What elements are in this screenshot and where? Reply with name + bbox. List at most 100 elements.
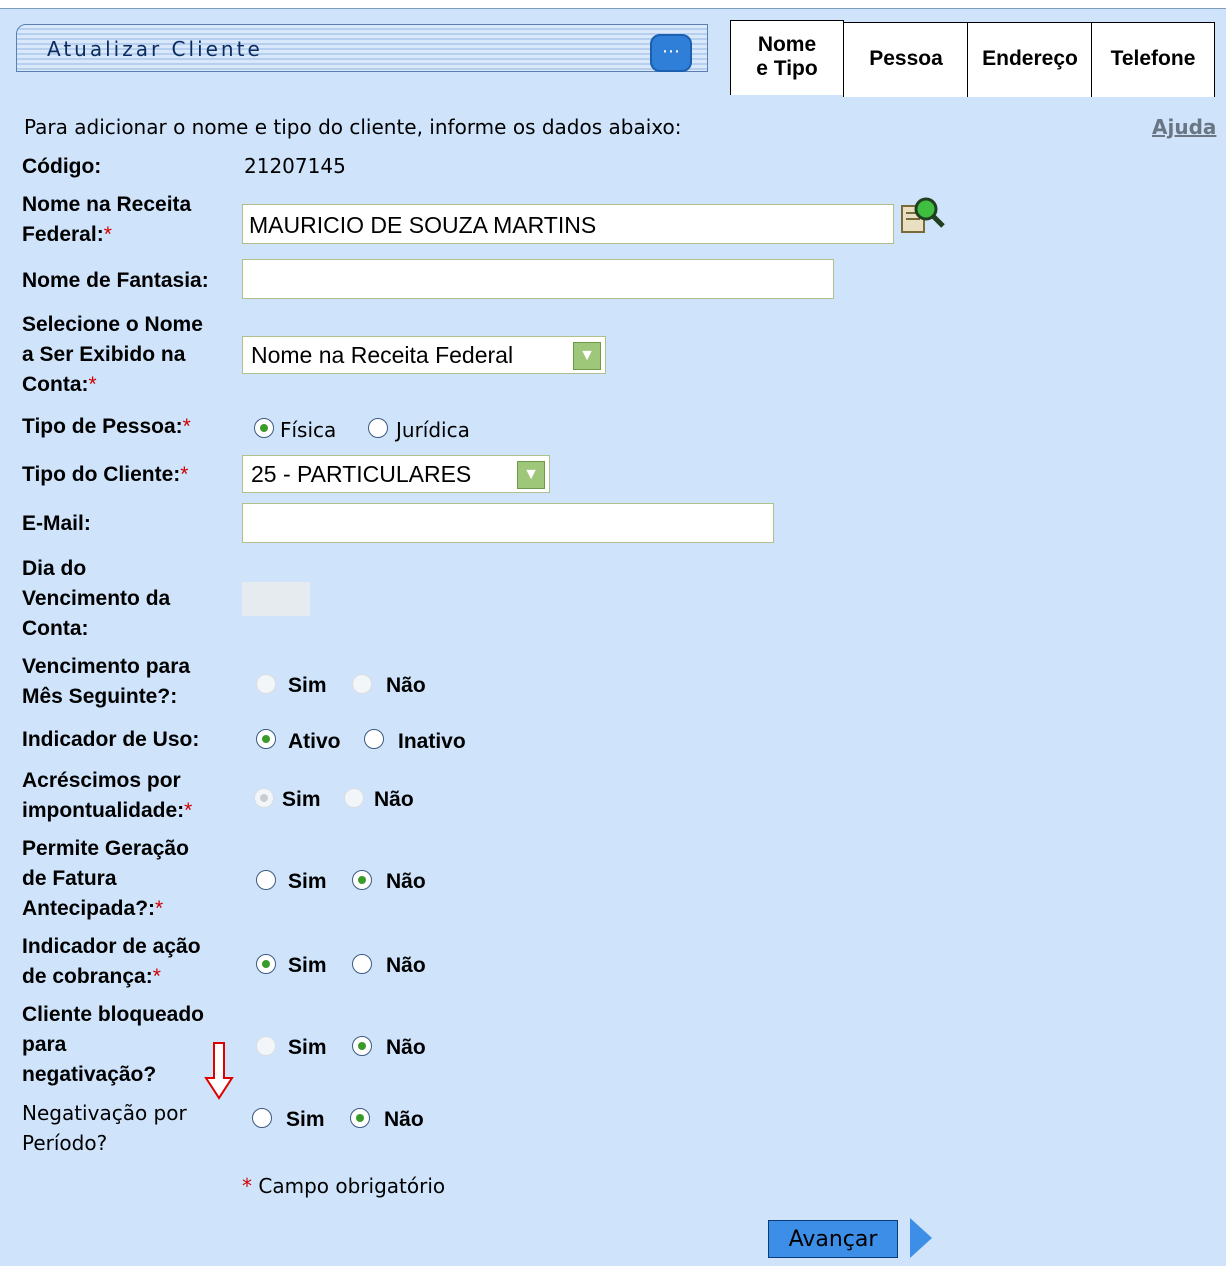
label-line: de Fatura	[22, 867, 117, 890]
required-note-text: Campo obrigatório	[258, 1174, 446, 1198]
label-line: impontualidade:	[22, 799, 185, 822]
label-line: Mês Seguinte?:	[22, 685, 178, 708]
venc-mes-seguinte-label: Vencimento para Mês Seguinte?:	[22, 652, 190, 712]
tab-label: Nome	[757, 33, 817, 56]
nome-fantasia-input[interactable]	[242, 259, 834, 299]
label-line: Dia do	[22, 557, 87, 580]
label-line: Conta:	[22, 617, 89, 640]
label-line: Tipo de Pessoa:	[22, 415, 183, 438]
nome-receita-label: Nome na Receita Federal:*	[22, 190, 191, 250]
bloqueado-label: Cliente bloqueado para negativação?	[22, 1000, 204, 1090]
tab-label: Telefone	[1110, 47, 1196, 70]
chevron-down-icon[interactable]: ▼	[573, 342, 601, 370]
annotation-arrow-icon	[204, 1042, 234, 1104]
label-line: Vencimento para	[22, 655, 191, 678]
codigo-value: 21207145	[244, 154, 346, 178]
required-marker: *	[152, 965, 161, 988]
required-marker: *	[184, 799, 193, 822]
radio-label-sim: Sim	[286, 1108, 325, 1131]
tab-nome-e-tipo[interactable]: Nome e Tipo	[730, 20, 844, 95]
nome-exibido-label: Selecione o Nome a Ser Exibido na Conta:…	[22, 310, 203, 400]
radio-cobranca-nao[interactable]	[352, 954, 372, 974]
radio-label-nao: Não	[386, 954, 426, 977]
radio-ativo[interactable]	[256, 729, 276, 749]
dia-vencimento-label: Dia do Vencimento da Conta:	[22, 554, 170, 644]
required-marker: *	[180, 463, 189, 486]
label-line: Acréscimos por	[22, 769, 181, 792]
radio-fatura-sim[interactable]	[256, 870, 276, 890]
codigo-label: Código:	[22, 155, 102, 178]
label-line: Cliente bloqueado	[22, 1003, 205, 1026]
fatura-antecipada-label: Permite Geração de Fatura Antecipada?:*	[22, 834, 189, 924]
nome-exibido-select[interactable]: Nome na Receita Federal ▼	[242, 336, 606, 374]
radio-venc-sim	[256, 674, 276, 694]
dia-vencimento-input	[242, 582, 310, 616]
label-line: Tipo do Cliente:	[22, 463, 181, 486]
acao-cobranca-label: Indicador de ação de cobrança:*	[22, 932, 201, 992]
tipo-cliente-select[interactable]: 25 - PARTICULARES ▼	[242, 455, 550, 493]
tab-endereco[interactable]: Endereço	[967, 22, 1093, 97]
radio-label-sim: Sim	[288, 954, 327, 977]
tab-pessoa[interactable]: Pessoa	[843, 22, 969, 97]
acrescimos-label: Acréscimos por impontualidade:*	[22, 766, 192, 826]
label-line: Conta:	[22, 373, 89, 396]
select-value: 25 - PARTICULARES	[251, 461, 472, 487]
required-marker: *	[155, 897, 164, 920]
radio-label-sim: Sim	[288, 674, 327, 697]
radio-acrescimos-nao	[344, 788, 364, 808]
search-icon[interactable]	[900, 196, 946, 236]
radio-label-nao: Não	[384, 1108, 424, 1131]
required-note: * Campo obrigatório	[242, 1174, 445, 1198]
chevron-down-icon[interactable]: ▼	[517, 461, 545, 489]
label-line: para	[22, 1033, 67, 1056]
radio-label-juridica: Jurídica	[396, 418, 470, 442]
negativacao-periodo-label: Negativação por Período?	[22, 1098, 187, 1158]
label-line: negativação?	[22, 1063, 157, 1086]
radio-label-sim: Sim	[288, 870, 327, 893]
radio-label-sim: Sim	[288, 1036, 327, 1059]
label-line: Período?	[22, 1131, 108, 1155]
label-line: Negativação por	[22, 1101, 187, 1125]
label-line: Nome na Receita	[22, 193, 192, 216]
email-label: E-Mail:	[22, 512, 91, 535]
radio-label-nao: Não	[386, 1036, 426, 1059]
label-line: Federal:	[22, 223, 104, 246]
nome-fantasia-label: Nome de Fantasia:	[22, 269, 209, 292]
radio-venc-nao	[352, 674, 372, 694]
label-line: Vencimento da	[22, 587, 171, 610]
label-line: Antecipada?:	[22, 897, 156, 920]
radio-label-nao: Não	[374, 788, 414, 811]
tab-label: e Tipo	[756, 57, 818, 80]
label-line: a Ser Exibido na	[22, 343, 186, 366]
select-value: Nome na Receita Federal	[251, 342, 514, 368]
email-input[interactable]	[242, 503, 774, 543]
radio-bloqueado-sim	[256, 1036, 276, 1056]
radio-inativo[interactable]	[364, 729, 384, 749]
radio-label-inativo: Inativo	[398, 730, 466, 753]
radio-label-ativo: Ativo	[288, 730, 341, 753]
radio-juridica[interactable]	[368, 418, 388, 438]
next-arrow-icon[interactable]	[910, 1218, 932, 1258]
required-marker: *	[242, 1174, 252, 1198]
radio-fisica[interactable]	[254, 418, 274, 438]
avancar-button[interactable]: Avançar	[768, 1220, 898, 1258]
label-line: Indicador de ação	[22, 935, 201, 958]
radio-label-nao: Não	[386, 870, 426, 893]
intro-text: Para adicionar o nome e tipo do cliente,…	[24, 115, 682, 139]
radio-cobranca-sim[interactable]	[256, 954, 276, 974]
help-link[interactable]: Ajuda	[1152, 115, 1216, 139]
radio-periodo-sim[interactable]	[252, 1108, 272, 1128]
radio-periodo-nao[interactable]	[350, 1108, 370, 1128]
required-marker: *	[103, 223, 112, 246]
label-line: Selecione o Nome	[22, 313, 203, 336]
required-marker: *	[88, 373, 97, 396]
radio-bloqueado-nao[interactable]	[352, 1036, 372, 1056]
required-marker: *	[182, 415, 191, 438]
chat-icon[interactable]: ⋯	[650, 34, 692, 72]
tipo-cliente-label: Tipo do Cliente:*	[22, 460, 188, 490]
nome-receita-input[interactable]: MAURICIO DE SOUZA MARTINS	[242, 204, 894, 244]
radio-fatura-nao[interactable]	[352, 870, 372, 890]
tab-telefone[interactable]: Telefone	[1091, 22, 1215, 97]
tab-label: Pessoa	[869, 47, 943, 70]
page-title: Atualizar Cliente	[47, 37, 263, 61]
